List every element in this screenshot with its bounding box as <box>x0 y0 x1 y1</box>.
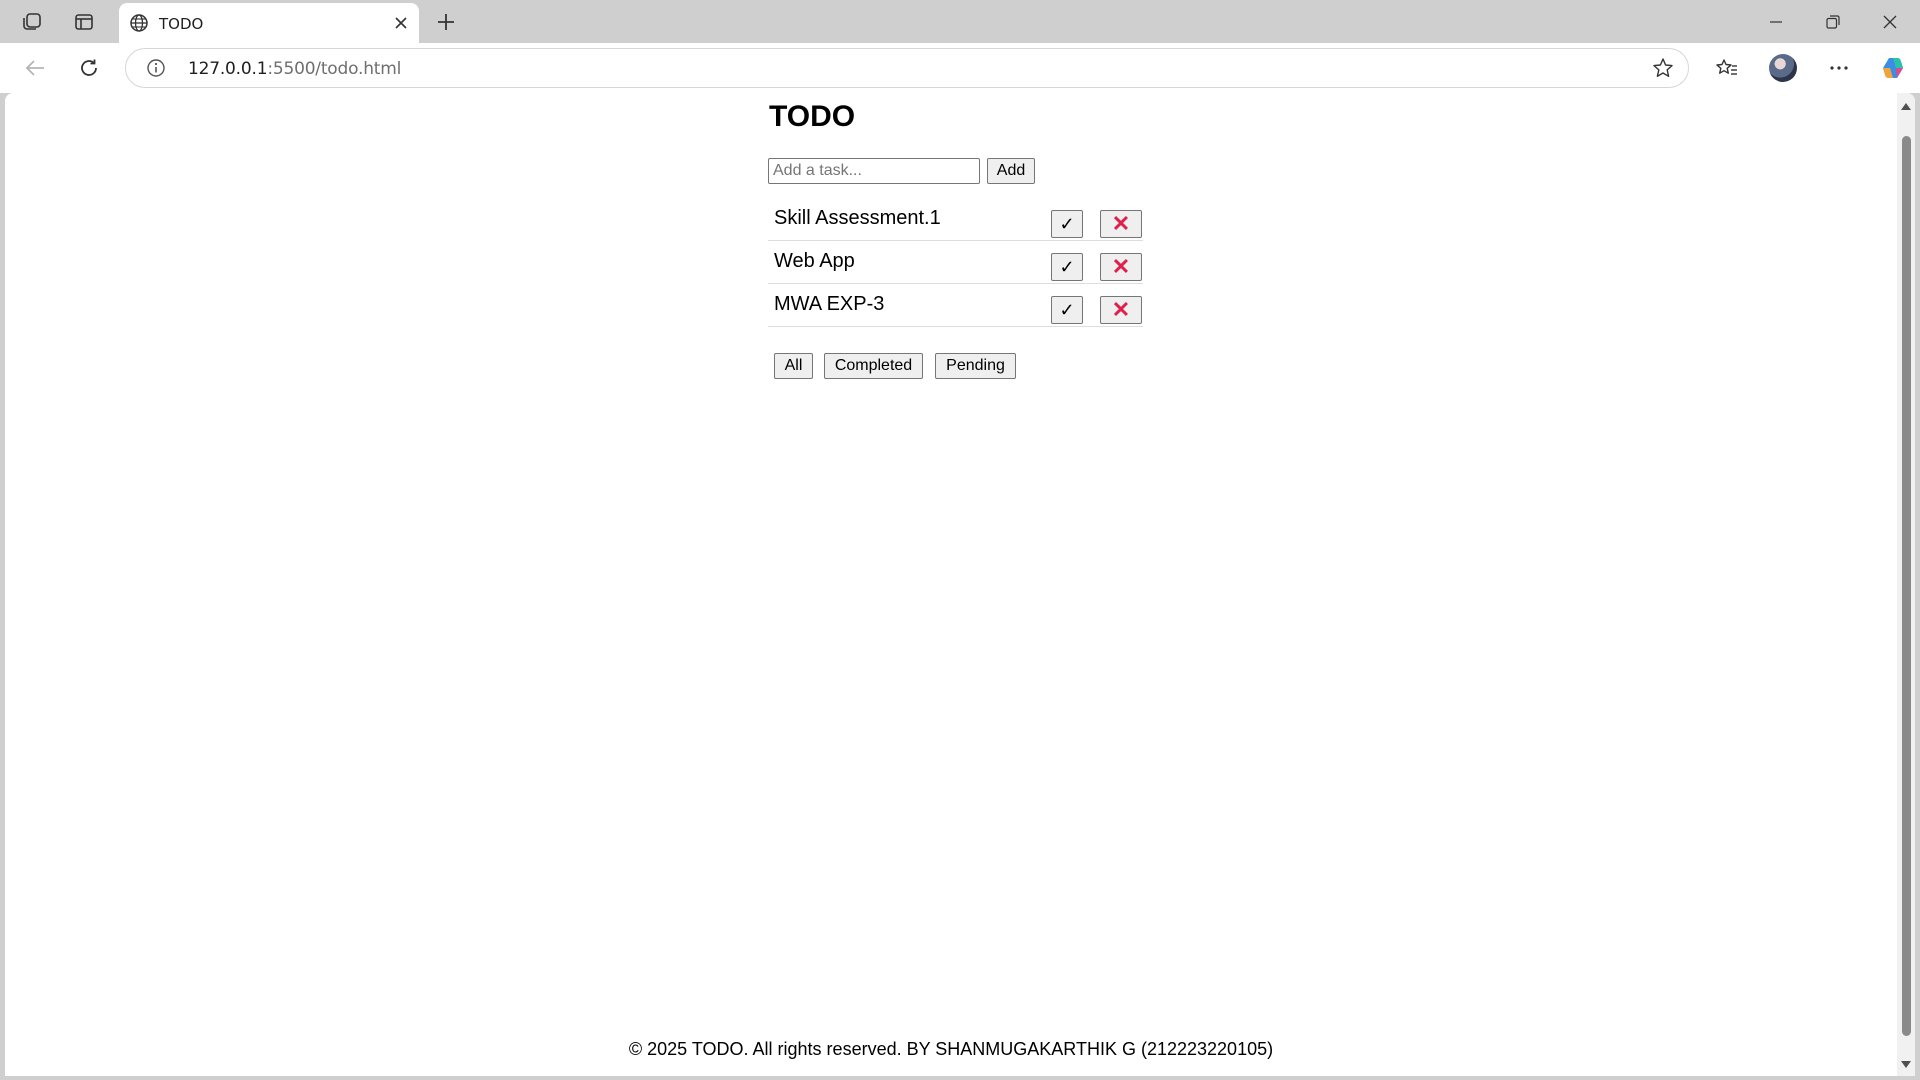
cross-icon: ✕ <box>1111 211 1131 236</box>
avatar <box>1769 54 1797 82</box>
task-item: Web App ✓ ✕ <box>768 241 1143 284</box>
task-text: Skill Assessment.1 <box>774 207 941 229</box>
restore-icon[interactable] <box>1815 6 1851 38</box>
globe-icon <box>129 13 149 38</box>
star-icon[interactable] <box>1652 57 1674 84</box>
reload-icon[interactable] <box>72 51 106 85</box>
tab-bar: TODO <box>0 0 1920 43</box>
minimize-icon[interactable] <box>1758 6 1794 38</box>
profile-avatar[interactable] <box>1766 51 1800 85</box>
more-icon[interactable] <box>1822 51 1856 85</box>
page-footer: © 2025 TODO. All rights reserved. BY SHA… <box>628 1039 1274 1059</box>
copilot-icon[interactable] <box>1876 51 1910 85</box>
scroll-down-icon[interactable] <box>1901 1061 1911 1068</box>
scrollbar-thumb[interactable] <box>1902 136 1911 1036</box>
browser-tab[interactable]: TODO <box>119 3 419 43</box>
task-item: MWA EXP-3 ✓ ✕ <box>768 284 1143 327</box>
vertical-tabs-icon[interactable] <box>66 6 102 38</box>
filter-pending-button[interactable]: Pending <box>935 353 1016 379</box>
task-item: Skill Assessment.1 ✓ ✕ <box>768 198 1143 241</box>
window-close-icon[interactable] <box>1872 6 1908 38</box>
delete-button[interactable]: ✕ <box>1100 210 1142 238</box>
check-icon: ✓ <box>1059 213 1075 234</box>
delete-button[interactable]: ✕ <box>1100 296 1142 324</box>
page-viewport: TODO Add Skill Assessment.1 ✓ ✕ Web App … <box>5 93 1915 1076</box>
workspaces-icon[interactable] <box>14 6 50 38</box>
complete-button[interactable]: ✓ <box>1051 253 1083 281</box>
browser-toolbar: 127.0.0.1:5500/todo.html <box>0 43 1920 93</box>
task-text: MWA EXP-3 <box>774 293 885 315</box>
info-icon[interactable] <box>146 58 166 83</box>
complete-button[interactable]: ✓ <box>1051 296 1083 324</box>
filter-bar: All Completed Pending <box>774 353 1134 381</box>
page-title: TODO <box>769 100 856 133</box>
scroll-up-icon[interactable] <box>1901 103 1911 110</box>
filter-all-button[interactable]: All <box>774 353 813 379</box>
check-icon: ✓ <box>1059 299 1075 320</box>
tab-title: TODO <box>159 15 204 33</box>
cross-icon: ✕ <box>1111 254 1131 279</box>
url-text[interactable]: 127.0.0.1:5500/todo.html <box>188 59 401 79</box>
plus-icon[interactable] <box>430 6 462 38</box>
address-bar[interactable]: 127.0.0.1:5500/todo.html <box>125 48 1689 88</box>
task-list: Skill Assessment.1 ✓ ✕ Web App ✓ ✕ MWA E… <box>768 198 1143 327</box>
task-input[interactable] <box>768 158 980 184</box>
close-icon[interactable] <box>391 13 411 33</box>
add-button[interactable]: Add <box>987 158 1035 184</box>
cross-icon: ✕ <box>1111 297 1131 322</box>
complete-button[interactable]: ✓ <box>1051 210 1083 238</box>
delete-button[interactable]: ✕ <box>1100 253 1142 281</box>
task-text: Web App <box>774 250 855 272</box>
vertical-scrollbar[interactable] <box>1897 93 1915 1076</box>
back-arrow-icon[interactable] <box>18 51 52 85</box>
filter-completed-button[interactable]: Completed <box>824 353 923 379</box>
favorites-icon[interactable] <box>1710 51 1744 85</box>
check-icon: ✓ <box>1059 256 1075 277</box>
